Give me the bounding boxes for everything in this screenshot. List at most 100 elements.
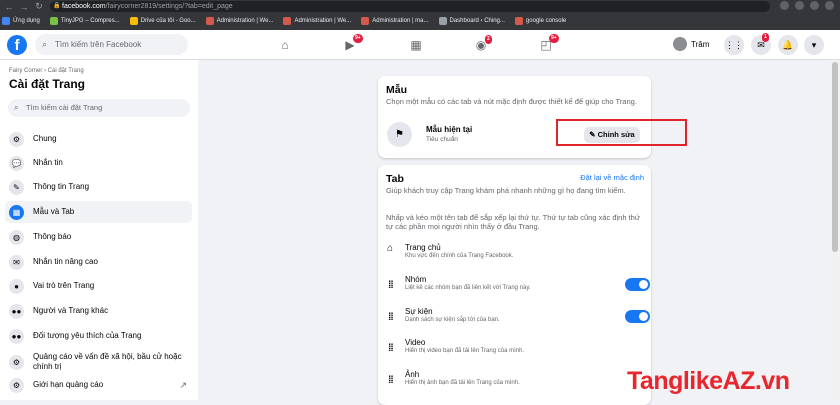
user-name: Trâm: [691, 39, 710, 49]
lock-icon: 🔒: [53, 3, 61, 9]
template-card-title: Mẫu: [386, 84, 407, 96]
sidebar-item-templates-tabs[interactable]: ▦ Mẫu và Tab: [5, 201, 192, 223]
home-icon: ⌂: [387, 243, 393, 254]
tabs-card-title: Tab: [386, 173, 404, 185]
avatar: [673, 37, 687, 51]
settings-sidebar: Fairy Corner › Cài đặt Trang Cài đặt Tra…: [0, 60, 198, 400]
tab-row-video[interactable]: ⁞⁞ Video Hiển thị video bạn đã tải lên T…: [386, 338, 646, 360]
address-bar[interactable]: 🔒 facebook.com/fairycorner2819/settings/…: [50, 1, 770, 12]
people-icon: ●●: [9, 303, 24, 319]
browser-actions: [780, 1, 834, 10]
gaming-badge: 9+: [549, 34, 559, 43]
sidebar-item-political-ads[interactable]: ⚙ Quảng cáo về vấn đề xã hội, bầu cử hoặc…: [5, 348, 192, 376]
apps-menu-icon[interactable]: ⋮⋮: [724, 35, 744, 55]
sidebar-item-people-pages[interactable]: ●● Người và Trang khác: [5, 300, 192, 322]
flag-icon: ⚑: [387, 122, 412, 147]
bookmark-icon: [129, 17, 138, 25]
gear-icon: ⚙: [9, 377, 24, 393]
facebook-search-input[interactable]: ⌕ Tìm kiếm trên Facebook: [35, 34, 188, 55]
drag-handle-icon[interactable]: ⁞⁞: [388, 375, 394, 386]
sidebar-item-ad-limits[interactable]: ⚙ Giới hạn quảng cáo ↗: [5, 374, 192, 396]
tabs-description: Giúp khách truy cập Trang khám phá nhanh…: [386, 186, 626, 195]
bookmark[interactable]: Dashboard ‹ Ching...: [438, 17, 505, 25]
external-link-icon[interactable]: ↗: [179, 380, 187, 391]
bookmark-icon: [49, 17, 58, 25]
grid-icon: ▦: [9, 204, 24, 220]
person-icon: ●: [9, 278, 24, 294]
bookmark-icon: [2, 17, 10, 25]
tabs-card: Tab Đặt lại về mặc định Giúp khách truy …: [378, 165, 651, 405]
extension-icon[interactable]: [795, 1, 804, 10]
tab-row-home[interactable]: ⌂ Trang chủ Khu vực đến chính của Trang …: [386, 243, 646, 265]
messenger-icon: ✉: [9, 254, 24, 270]
bookmark-icon: [283, 17, 292, 25]
sidebar-item-general[interactable]: ⚙ Chung: [5, 128, 192, 150]
tab-row-photos[interactable]: ⁞⁞ Ảnh Hiển thị ảnh bạn đã tải lên Trang…: [386, 370, 646, 392]
watch-badge: 9+: [353, 34, 363, 43]
bookmark-icon: [205, 17, 214, 25]
reset-default-link[interactable]: Đặt lại về mặc định: [580, 173, 644, 182]
profile-icon[interactable]: [810, 1, 819, 10]
current-template-value: Tiêu chuẩn: [426, 136, 458, 143]
profile-link[interactable]: Trâm: [673, 37, 709, 51]
groups-badge: 2: [485, 35, 492, 44]
home-icon[interactable]: ⌂: [276, 36, 294, 54]
breadcrumb[interactable]: Fairy Corner › Cài đặt Trang: [9, 68, 84, 74]
tab-row-events[interactable]: ⁞⁞ Sự kiện Danh sách sự kiện sắp tới của…: [386, 307, 650, 329]
marketplace-icon[interactable]: ▦: [407, 36, 425, 54]
reload-icon[interactable]: ↻: [33, 1, 45, 12]
bookmark-icon: [514, 17, 523, 25]
star-icon[interactable]: [780, 1, 789, 10]
drag-handle-icon[interactable]: ⁞⁞: [388, 343, 394, 354]
bookmark[interactable]: TinyJPG – Compres...: [49, 17, 120, 25]
bookmark[interactable]: Administration | ma...: [361, 17, 429, 25]
sidebar-item-page-roles[interactable]: ● Vai trò trên Trang: [5, 275, 192, 297]
pencil-icon: ✎: [9, 179, 24, 195]
settings-search-input[interactable]: ⌕ Tìm kiếm cài đặt Trang: [8, 99, 190, 117]
tabs-reorder-description: Nhấp và kéo một tên tab để sắp xếp lại t…: [386, 213, 640, 232]
bookmark-icon: [438, 17, 447, 25]
search-icon: ⌕: [14, 103, 19, 112]
sidebar-item-advanced-messaging[interactable]: ✉ Nhắn tin nâng cao: [5, 251, 192, 273]
settings-icon: ⚙: [9, 354, 24, 370]
sidebar-item-messaging[interactable]: 💬 Nhắn tin: [5, 152, 192, 174]
facebook-logo-icon[interactable]: f: [7, 35, 27, 55]
template-card-description: Chọn một mẫu có các tab và nút mặc định …: [386, 97, 637, 106]
bookmark[interactable]: google console: [514, 17, 566, 25]
drag-handle-icon[interactable]: ⁞⁞: [388, 280, 394, 291]
events-toggle[interactable]: [625, 310, 650, 323]
groups-toggle[interactable]: [625, 278, 650, 291]
bookmark[interactable]: Ứng dụng: [2, 17, 40, 25]
address-row: ← → ↻ 🔒 facebook.com/fairycorner2819/set…: [0, 0, 840, 13]
tab-row-groups[interactable]: ⁞⁞ Nhóm Liệt kê các nhóm bạn đã liên kết…: [386, 275, 650, 297]
bookmark[interactable]: Drive của tôi - Goo...: [129, 17, 196, 25]
bookmark-icon: [361, 17, 370, 25]
drag-handle-icon[interactable]: ⁞⁞: [388, 312, 394, 323]
url-path: /fairycorner2819/settings/?tab=edit_page: [105, 3, 233, 10]
scrollbar-thumb[interactable]: [832, 62, 838, 252]
highlight-box: [556, 119, 687, 146]
bookmark[interactable]: Administration | We...: [283, 17, 351, 25]
account-menu-icon[interactable]: ▾: [804, 35, 824, 55]
menu-icon[interactable]: [825, 1, 834, 10]
gear-icon: ⚙: [9, 131, 24, 147]
page-scrollbar[interactable]: [830, 60, 840, 400]
sidebar-item-page-info[interactable]: ✎ Thông tin Trang: [5, 176, 192, 198]
globe-icon: ◍: [9, 229, 24, 245]
page-title: Cài đặt Trang: [9, 77, 86, 91]
notifications-icon[interactable]: 🔔: [778, 35, 798, 55]
search-icon: ⌕: [42, 39, 48, 49]
browser-chrome: ← → ↻ 🔒 facebook.com/fairycorner2819/set…: [0, 0, 840, 30]
bookmarks-bar: Ứng dụng TinyJPG – Compres... Drive của …: [0, 13, 840, 29]
people-icon: ●●: [9, 328, 24, 344]
bookmark[interactable]: Administration | We...: [205, 17, 273, 25]
sidebar-item-notifications[interactable]: ◍ Thông báo: [5, 226, 192, 248]
watermark-logo: TanglikeAZ.vn: [627, 367, 790, 395]
back-icon[interactable]: ←: [3, 2, 15, 12]
chat-icon: 💬: [9, 155, 24, 171]
forward-icon[interactable]: →: [18, 2, 30, 12]
messenger-badge: 1: [762, 33, 769, 42]
url-host: facebook.com: [62, 3, 106, 10]
facebook-header: f ⌕ Tìm kiếm trên Facebook ⌂ ▶ 9+ ▦ ◉ 2 …: [0, 30, 840, 60]
sidebar-item-preferred-audience[interactable]: ●● Đối tượng yêu thích của Trang: [5, 325, 192, 347]
